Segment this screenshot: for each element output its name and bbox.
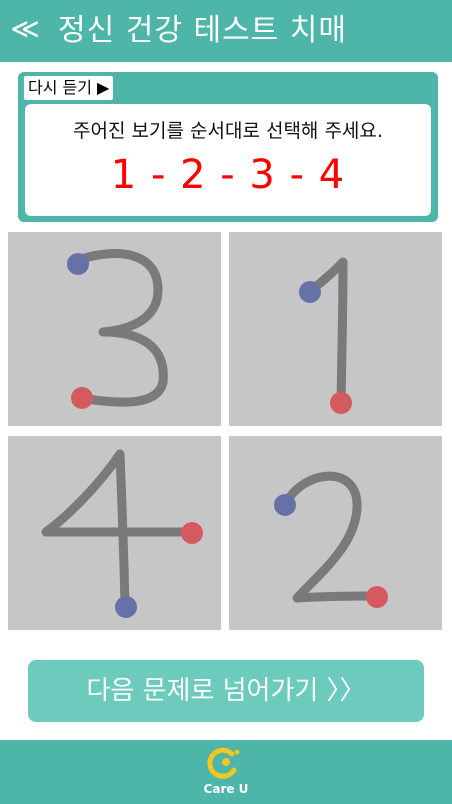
double-chevron-left-icon: ≪ <box>10 12 40 45</box>
page-title: 정신 건강 테스트 치매 <box>58 13 348 48</box>
handwritten-digit-2-drawing <box>274 471 388 608</box>
header-bar: ≪ 정신 건강 테스트 치매 <box>0 0 452 62</box>
handwritten-digit-4-drawing <box>41 449 203 618</box>
back-button[interactable]: ≪ <box>8 8 42 50</box>
instruction-text: 주어진 보기를 순서대로 선택해 주세요. <box>73 120 383 142</box>
end-dot <box>71 387 93 409</box>
choice-card-4[interactable] <box>8 436 221 630</box>
choice-card-1[interactable] <box>229 232 442 426</box>
choice-card-3[interactable] <box>8 232 221 426</box>
replay-audio-button[interactable]: 다시 듣기 ▶ <box>24 76 114 100</box>
start-dot <box>274 494 296 516</box>
end-dot <box>181 522 203 544</box>
footer-bar: Care U <box>0 740 452 804</box>
handwritten-digit-3-drawing <box>67 249 168 409</box>
choice-card-2[interactable] <box>229 436 442 630</box>
next-question-button[interactable]: 다음 문제로 넘어가기 〉〉 <box>28 660 424 722</box>
handwritten-digit-1-drawing <box>299 257 352 414</box>
end-dot <box>366 586 388 608</box>
question-panel: 다시 듣기 ▶ 주어진 보기를 순서대로 선택해 주세요. 1 - 2 - 3 … <box>18 72 438 222</box>
answer-sequence: 1 - 2 - 3 - 4 <box>110 152 346 198</box>
start-dot <box>115 596 137 618</box>
start-dot <box>67 253 89 275</box>
start-dot <box>299 281 321 303</box>
end-dot <box>330 392 352 414</box>
choice-grid <box>8 232 442 630</box>
care-u-logo-icon <box>207 747 240 779</box>
question-box: 주어진 보기를 순서대로 선택해 주세요. 1 - 2 - 3 - 4 <box>25 104 431 216</box>
care-u-logo-text: Care U <box>203 782 249 796</box>
